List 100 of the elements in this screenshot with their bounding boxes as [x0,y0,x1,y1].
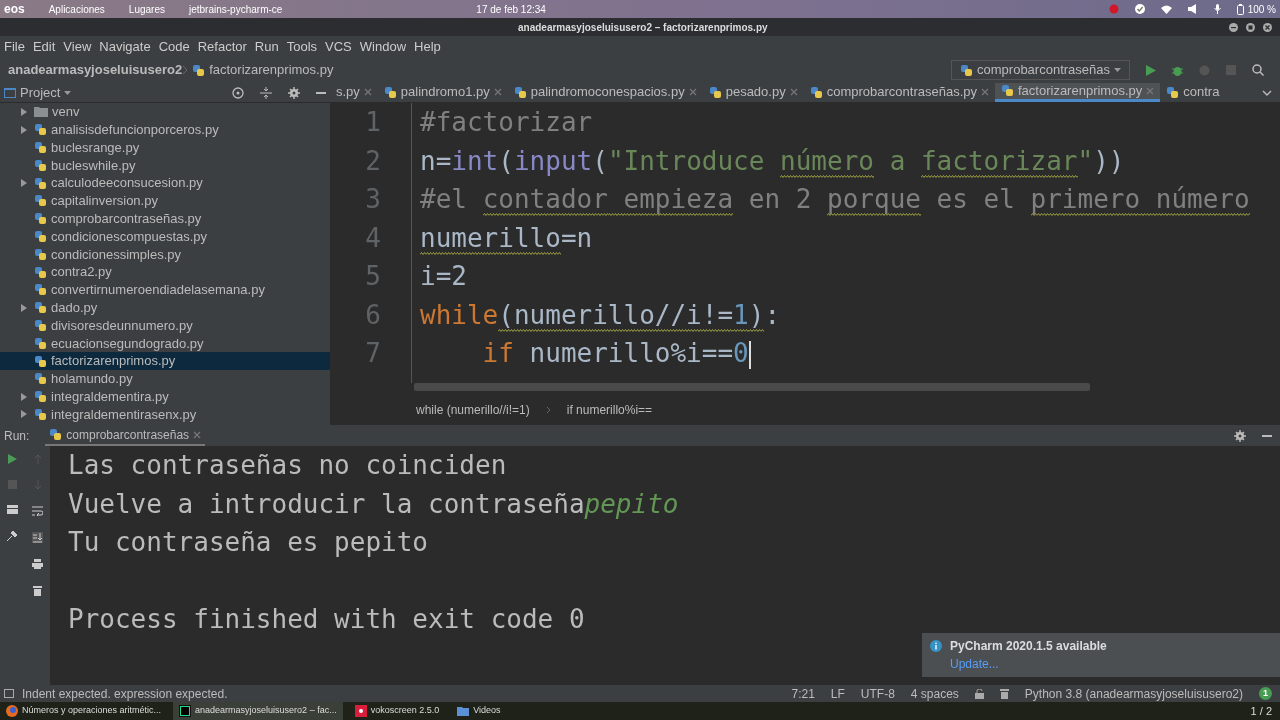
run-config-dropdown[interactable]: comprobarcontraseñas [951,60,1130,80]
editor-tab[interactable]: palindromo1.py [377,83,508,102]
panel-menu[interactable]: Lugares [128,1,165,17]
microphone-icon[interactable] [1213,4,1221,14]
debug-icon[interactable] [1172,64,1183,76]
tree-item[interactable]: capitalinversion.py [0,192,330,210]
scrollbar[interactable] [414,383,1090,391]
editor-tab[interactable]: factorizarenprimos.py [995,83,1161,102]
run-icon[interactable] [1146,64,1156,76]
run-icon[interactable] [8,454,17,464]
settings-icon[interactable] [288,86,300,99]
menu-item[interactable]: Edit [32,36,56,57]
expand-arrow-icon[interactable] [21,303,27,312]
code-breadcrumb[interactable]: while (numerillo//i!=1) [416,401,530,419]
interpreter-status[interactable]: Python 3.8 (anadearmasyjoseluisusero2) [1024,684,1243,703]
hide-icon[interactable] [1262,434,1272,437]
editor-tab[interactable]: pesado.py [702,83,804,102]
console-line: Tu contraseña es pepito [68,526,430,559]
battery-icon[interactable] [1236,3,1244,15]
tree-item[interactable]: factorizarenprimos.py [0,352,330,370]
status-item[interactable]: LF [830,684,845,703]
tree-item[interactable]: dado.py [0,298,330,317]
toggle-panel-icon[interactable] [4,689,14,698]
clock: 17 de feb 12:34 [476,2,546,17]
editor-tab[interactable]: palindromoconespacios.py [507,83,703,102]
maximize-icon[interactable] [1246,22,1255,32]
soft-wrap-icon[interactable] [32,506,43,516]
panel-menu[interactable]: jetbrains-pycharm-ce [189,1,283,17]
status-item[interactable]: 7:21 [791,684,815,703]
wifi-icon[interactable] [1160,4,1172,14]
menu-item[interactable]: Tools [286,36,318,57]
line-number: 4 [364,221,381,255]
tree-item[interactable]: condicionessimples.py [0,245,330,264]
check-icon[interactable] [1134,4,1145,14]
menu-item[interactable]: View [63,36,92,57]
tree-item[interactable]: comprobarcontraseñas.py [0,209,330,228]
tree-item[interactable]: analisisdefuncionporceros.py [0,120,330,139]
panel-title[interactable]: Project [20,82,61,103]
panel-menu[interactable]: Aplicaciones [48,1,105,17]
line-number: 7 [364,337,381,370]
caret-icon[interactable] [64,90,72,95]
tree-item[interactable]: divisoresdeunnumero.py [0,316,330,335]
expand-arrow-icon[interactable] [21,179,27,188]
status-item[interactable]: 4 spaces [910,684,959,703]
breadcrumb-project[interactable]: anadearmasyjoseluisusero2 [8,60,183,80]
editor-tab[interactable]: comprobarcontraseñas.py [803,83,995,102]
console-line: Vuelve a introducir la contraseñapepito [68,487,680,521]
python-file-icon [192,63,206,77]
menu-item[interactable]: Navigate [99,36,151,57]
breadcrumb-file[interactable]: factorizarenprimos.py [209,60,334,80]
notification-badge[interactable]: 1 [1259,687,1272,700]
tree-item[interactable]: ecuacionsegundogrado.py [0,334,330,353]
tree-item[interactable]: integraldementirasenx.py [0,405,330,424]
python-file-icon [513,85,527,99]
editor-tab[interactable]: contra [1160,83,1230,102]
tree-item[interactable]: integraldementira.py [0,387,330,406]
taskbar-item[interactable]: anadearmasyjoseluisusero2 – fac... [173,702,343,720]
status-item[interactable]: UTF-8 [860,684,895,703]
workspace-pager[interactable]: 1 / 2 [1250,702,1272,720]
taskbar-item[interactable]: Videos [451,702,507,720]
code-line: #factorizar [420,106,594,139]
hide-icon[interactable] [316,91,326,94]
chevron-down-icon[interactable] [1262,90,1272,97]
close-icon[interactable] [1263,22,1272,32]
tree-item[interactable]: bucleswhile.py [0,156,330,175]
taskbar-item[interactable]: vokoscreen 2.5.0 [348,702,446,720]
code-line: if numerillo%i==0 [481,337,752,371]
search-icon[interactable] [1252,64,1264,76]
tree-item[interactable]: holamundo.py [0,369,330,388]
code-breadcrumb[interactable]: if numerillo%i== [566,401,653,419]
tree-item[interactable]: calculodeeconsucesion.py [0,174,330,192]
tree-item[interactable]: buclesrange.py [0,138,330,157]
speaker-icon[interactable] [1187,4,1198,14]
chevron-icon [182,65,189,75]
menu-item[interactable]: Refactor [197,36,247,57]
menu-item[interactable]: Run [254,36,279,57]
locate-icon[interactable] [232,86,244,99]
settings-icon[interactable] [1234,429,1246,442]
status-message: Indent expected. expression expected. [22,685,228,703]
menu-item[interactable]: Window [359,36,407,57]
minimize-icon[interactable] [1229,22,1238,32]
taskbar-item[interactable]: Números y operaciones aritmétic... [0,702,168,720]
console-line: Las contraseñas no coinciden [68,449,508,482]
tree-item[interactable]: condicionescompuestas.py [0,227,330,246]
tree-item[interactable]: convertirnumeroendiadelasemana.py [0,280,330,299]
tree-item[interactable]: contra2.py [0,263,330,281]
tree-item[interactable]: venv [0,103,330,121]
editor-tab[interactable]: s.py [330,83,378,102]
lock-icon[interactable] [974,688,984,699]
collapse-icon[interactable] [260,86,272,99]
menu-item[interactable]: Code [158,36,190,57]
menu-item[interactable]: VCS [325,36,352,57]
update-link[interactable]: Update... [950,657,999,671]
print-icon[interactable] [32,559,43,569]
menu-item[interactable]: Help [414,36,441,57]
scroll-to-end-icon[interactable] [32,532,43,543]
layout-icon[interactable] [7,505,18,514]
trash-icon[interactable] [33,585,42,596]
menu-item[interactable]: File [4,36,25,57]
python-file-icon [708,85,722,99]
